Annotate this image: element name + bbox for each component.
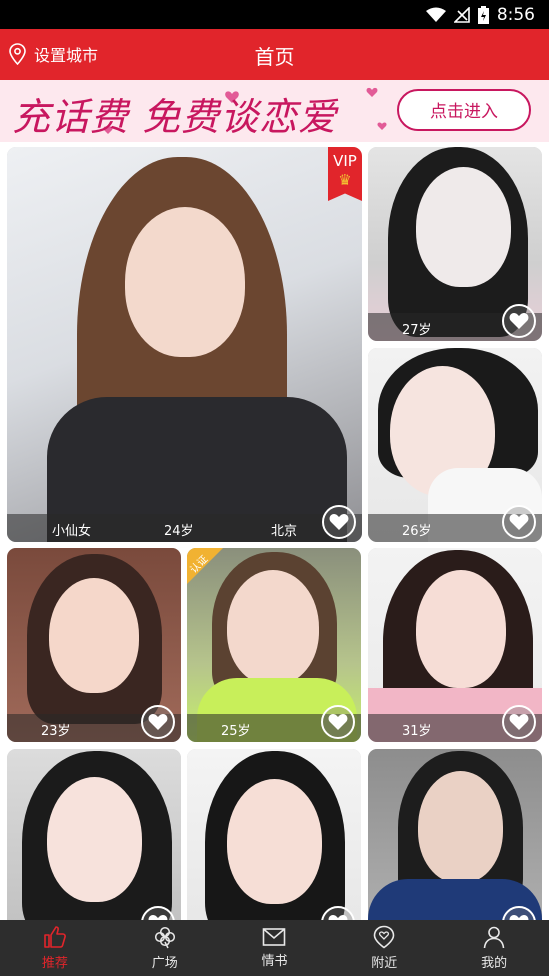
profile-card[interactable] [368, 749, 542, 920]
profile-card[interactable]: VIP ♛ 小仙女 24岁 北京 [7, 147, 362, 542]
heart-icon [509, 714, 529, 730]
profile-card[interactable]: 23岁 [7, 548, 181, 742]
card-city: 北京 [271, 524, 298, 539]
header-bar: 设置城市 首页 [0, 29, 549, 80]
profile-card[interactable]: 26岁 [368, 348, 542, 542]
profile-card[interactable]: 31岁 [368, 548, 542, 742]
profile-card[interactable]: 认证 25岁 [187, 548, 361, 742]
card-caption: 小仙女 24岁 北京 [7, 514, 362, 542]
tab-square[interactable]: 广场 [110, 920, 220, 976]
crown-icon: ♛ [338, 171, 352, 189]
recommend-grid: VIP ♛ 小仙女 24岁 北京 27岁 26岁 23岁 认证 25岁 31岁 [0, 142, 549, 920]
like-button[interactable] [502, 505, 536, 539]
profile-photo [187, 749, 361, 920]
tab-label: 情书 [261, 954, 288, 969]
card-age: 25岁 [221, 724, 251, 739]
battery-icon [477, 6, 489, 24]
vip-badge: VIP ♛ [328, 147, 362, 201]
card-age: 24岁 [164, 524, 194, 539]
card-age: 27岁 [402, 323, 432, 338]
profile-card[interactable] [7, 749, 181, 920]
bottom-tab-bar: 推荐 广场 情书 附近 我的 [0, 920, 549, 976]
card-name: 小仙女 [52, 524, 92, 539]
tab-nearby[interactable]: 附近 [329, 920, 439, 976]
like-button[interactable] [322, 505, 356, 539]
tab-label: 广场 [151, 956, 178, 971]
tab-label: 附近 [371, 956, 398, 971]
heart-icon [329, 514, 349, 530]
profile-photo [368, 749, 542, 920]
banner-enter-button[interactable]: 点击进入 [397, 89, 531, 131]
wifi-icon [425, 7, 446, 22]
heart-icon [509, 514, 529, 530]
profile-card[interactable]: 27岁 [368, 147, 542, 341]
profile-photo [7, 749, 181, 920]
like-button[interactable] [321, 705, 355, 739]
page-title: 首页 [254, 45, 295, 69]
cellular-signal-icon [453, 7, 470, 23]
heart-icon [328, 714, 348, 730]
thumbs-up-icon [44, 926, 66, 948]
envelope-icon [263, 928, 286, 946]
banner-slogan: 充话费 免费谈恋爱 [12, 95, 338, 139]
tab-label: 推荐 [41, 956, 68, 971]
profile-photo [7, 147, 362, 542]
like-button[interactable] [502, 304, 536, 338]
tab-mine[interactable]: 我的 [439, 920, 549, 976]
heart-icon [148, 714, 168, 730]
heart-icon [509, 313, 529, 329]
person-icon [483, 926, 505, 949]
status-bar: 8:56 [0, 0, 549, 29]
status-time: 8:56 [496, 5, 535, 25]
tab-love-letter[interactable]: 情书 [220, 920, 330, 976]
tab-recommend[interactable]: 推荐 [0, 920, 110, 976]
location-pin-icon [373, 925, 395, 949]
card-age: 31岁 [402, 724, 432, 739]
like-button[interactable] [141, 705, 175, 739]
tab-label: 我的 [481, 956, 508, 971]
like-button[interactable] [502, 705, 536, 739]
promo-banner[interactable]: 充话费 免费谈恋爱 点击进入 [0, 80, 549, 142]
clover-icon [154, 926, 175, 949]
profile-card[interactable] [187, 749, 361, 920]
vip-label: VIP [333, 152, 357, 170]
card-age: 23岁 [41, 724, 71, 739]
card-age: 26岁 [402, 524, 432, 539]
